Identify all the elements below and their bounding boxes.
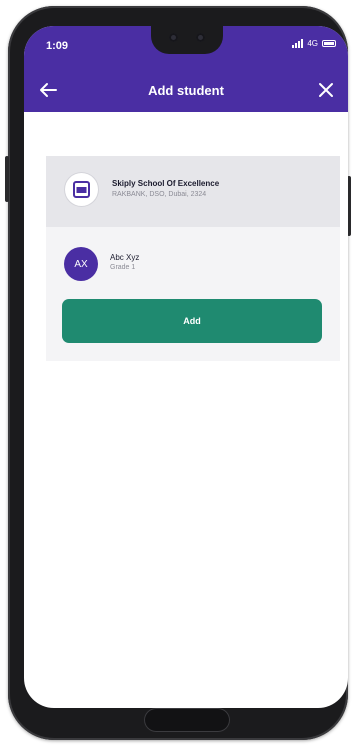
camera-notch [151, 26, 223, 54]
school-address: RAKBANK, DSO, Dubai, 2324 [112, 191, 207, 198]
page-title: Add student [148, 83, 224, 98]
student-avatar: AX [64, 247, 98, 281]
signal-icon [292, 39, 304, 48]
student-grade: Grade 1 [110, 264, 136, 271]
home-button[interactable] [144, 708, 230, 732]
add-button[interactable]: Add [62, 299, 322, 343]
status-time: 1:09 [46, 40, 69, 52]
volume-button [5, 156, 9, 202]
close-icon [319, 83, 333, 97]
phone-frame: 1:09 4G Add student Skiply School Of Exc… [5, 6, 351, 740]
school-name: Skiply School Of Excellence [112, 179, 220, 188]
close-button[interactable] [314, 78, 338, 102]
app-header: 1:09 4G Add student [24, 26, 348, 112]
network-label: 4G [307, 39, 318, 48]
screen: 1:09 4G Add student Skiply School Of Exc… [24, 26, 348, 708]
school-row: Skiply School Of Excellence RAKBANK, DSO… [46, 156, 340, 227]
front-sensor-icon [196, 33, 205, 42]
add-student-card: Skiply School Of Excellence RAKBANK, DSO… [46, 156, 340, 361]
status-indicators: 4G [292, 39, 336, 48]
front-camera-icon [169, 33, 178, 42]
school-logo-icon [65, 173, 98, 206]
student-name: Abc Xyz [110, 253, 140, 262]
battery-icon [322, 40, 336, 47]
